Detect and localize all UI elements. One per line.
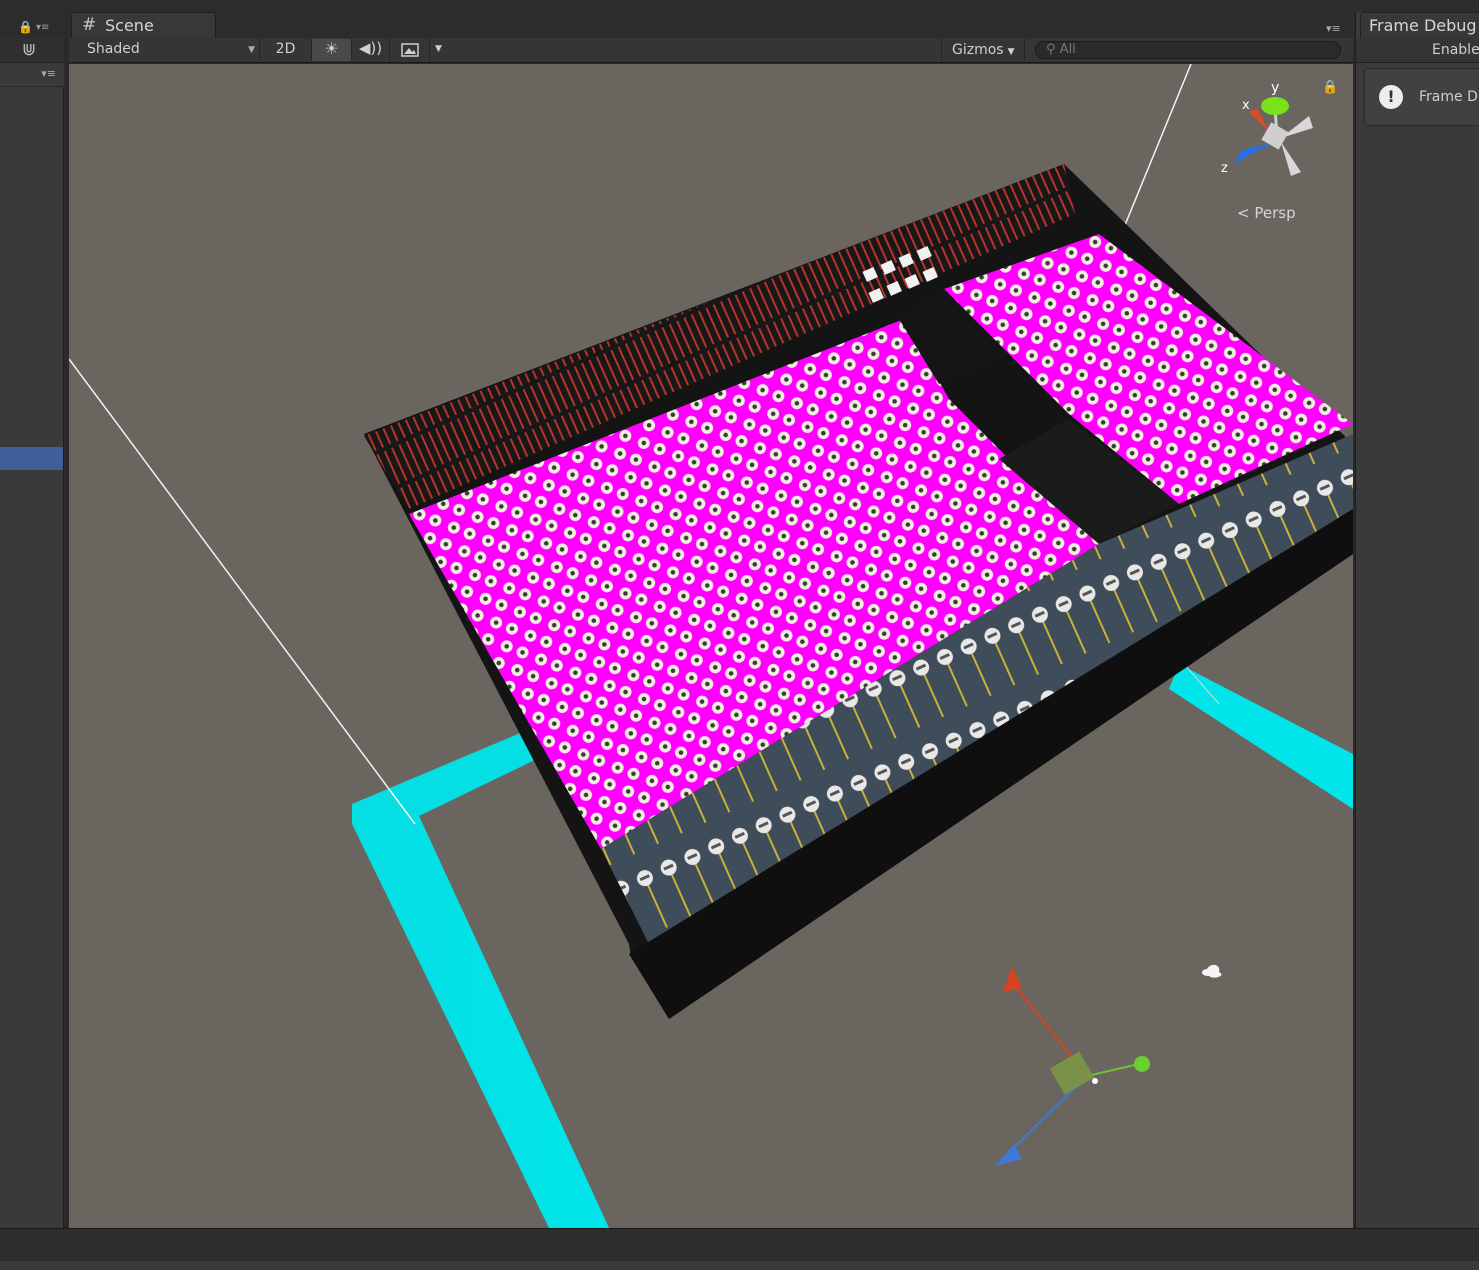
lighting-toggle-button[interactable]: ☀ — [311, 39, 351, 61]
frame-debugger-toolbar: Enable — [1356, 38, 1479, 63]
grid-icon: # — [82, 15, 97, 35]
draw-mode-dropdown[interactable]: Shaded ▼ — [73, 39, 259, 61]
hierarchy-toolbar: ⋓ — [0, 38, 64, 63]
scene-search-input[interactable]: ⚲ All — [1035, 41, 1341, 59]
scene-viewport[interactable]: y x z 🔒 < Persp — [69, 64, 1353, 1228]
image-icon — [400, 43, 419, 57]
speaker-icon: ◀)) — [358, 39, 383, 57]
hierarchy-menu-icon[interactable]: ▾≡ — [41, 67, 56, 80]
axis-z-label: z — [1221, 161, 1228, 176]
viewport-lock-icon[interactable]: 🔒 — [1322, 80, 1338, 95]
lock-icon[interactable]: 🔒 — [18, 20, 33, 34]
chevron-down-icon: ▼ — [1007, 47, 1015, 57]
chevron-left-icon: < — [1237, 204, 1250, 222]
effects-dropdown[interactable]: ▼ — [429, 39, 447, 61]
panel-menu-icon[interactable]: ▾≡ — [36, 22, 49, 33]
scene-render: y x z — [69, 64, 1353, 1228]
scene-toolbar: Shaded ▼ 2D ☀ ◀)) ▼ Gizmos ▼ ⚲ All — [69, 38, 1353, 63]
frame-debugger-message-text: Frame D — [1419, 89, 1478, 105]
tab-scene[interactable]: # Scene — [71, 12, 216, 38]
bottom-dock-bar — [0, 1228, 1479, 1270]
dock-tab-strip — [0, 0, 1479, 38]
scene-tab-label: Scene — [105, 16, 154, 35]
hierarchy-panel: ⋓ ▾≡ — [0, 38, 64, 1228]
frame-debugger-panel: Frame Debug Enable ! Frame D — [1355, 12, 1479, 1228]
axis-x-label: x — [1242, 98, 1250, 113]
hierarchy-icon[interactable]: ⋓ — [22, 40, 36, 60]
warning-icon: ! — [1379, 85, 1403, 109]
gizmos-dropdown[interactable]: Gizmos ▼ — [941, 39, 1025, 61]
hierarchy-subbar: ▾≡ — [0, 63, 64, 87]
2d-toggle-button[interactable]: 2D — [259, 39, 311, 61]
hierarchy-selected-item[interactable] — [0, 447, 63, 470]
projection-toggle[interactable]: < Persp — [1237, 204, 1296, 222]
sun-icon: ☀ — [324, 39, 339, 58]
scene-panel-menu-icon[interactable]: ▾≡ — [1326, 22, 1341, 35]
tab-frame-debugger[interactable]: Frame Debug — [1360, 12, 1479, 38]
enable-button[interactable]: Enable — [1432, 42, 1479, 58]
axis-y-label: y — [1271, 80, 1279, 96]
projection-label: Persp — [1254, 204, 1296, 222]
effects-toggle-button[interactable] — [389, 39, 429, 61]
search-icon: ⚲ — [1046, 42, 1056, 57]
left-panel-tab-controls: 🔒 ▾≡ — [14, 20, 62, 36]
audio-toggle-button[interactable]: ◀)) — [351, 39, 389, 61]
frame-debugger-tab-label: Frame Debug — [1369, 16, 1477, 35]
frame-debugger-message: ! Frame D — [1364, 68, 1479, 126]
gizmos-label: Gizmos — [952, 42, 1004, 58]
bottom-panel-strip — [0, 1261, 1479, 1270]
draw-mode-label: Shaded — [87, 41, 140, 57]
chevron-down-icon: ▼ — [248, 45, 255, 55]
search-placeholder: All — [1059, 42, 1076, 57]
unity-editor: 🔒 ▾≡ ⋓ ▾≡ # Scene ▾≡ Shaded ▼ 2D ☀ ◀)) ▼… — [0, 0, 1479, 1270]
